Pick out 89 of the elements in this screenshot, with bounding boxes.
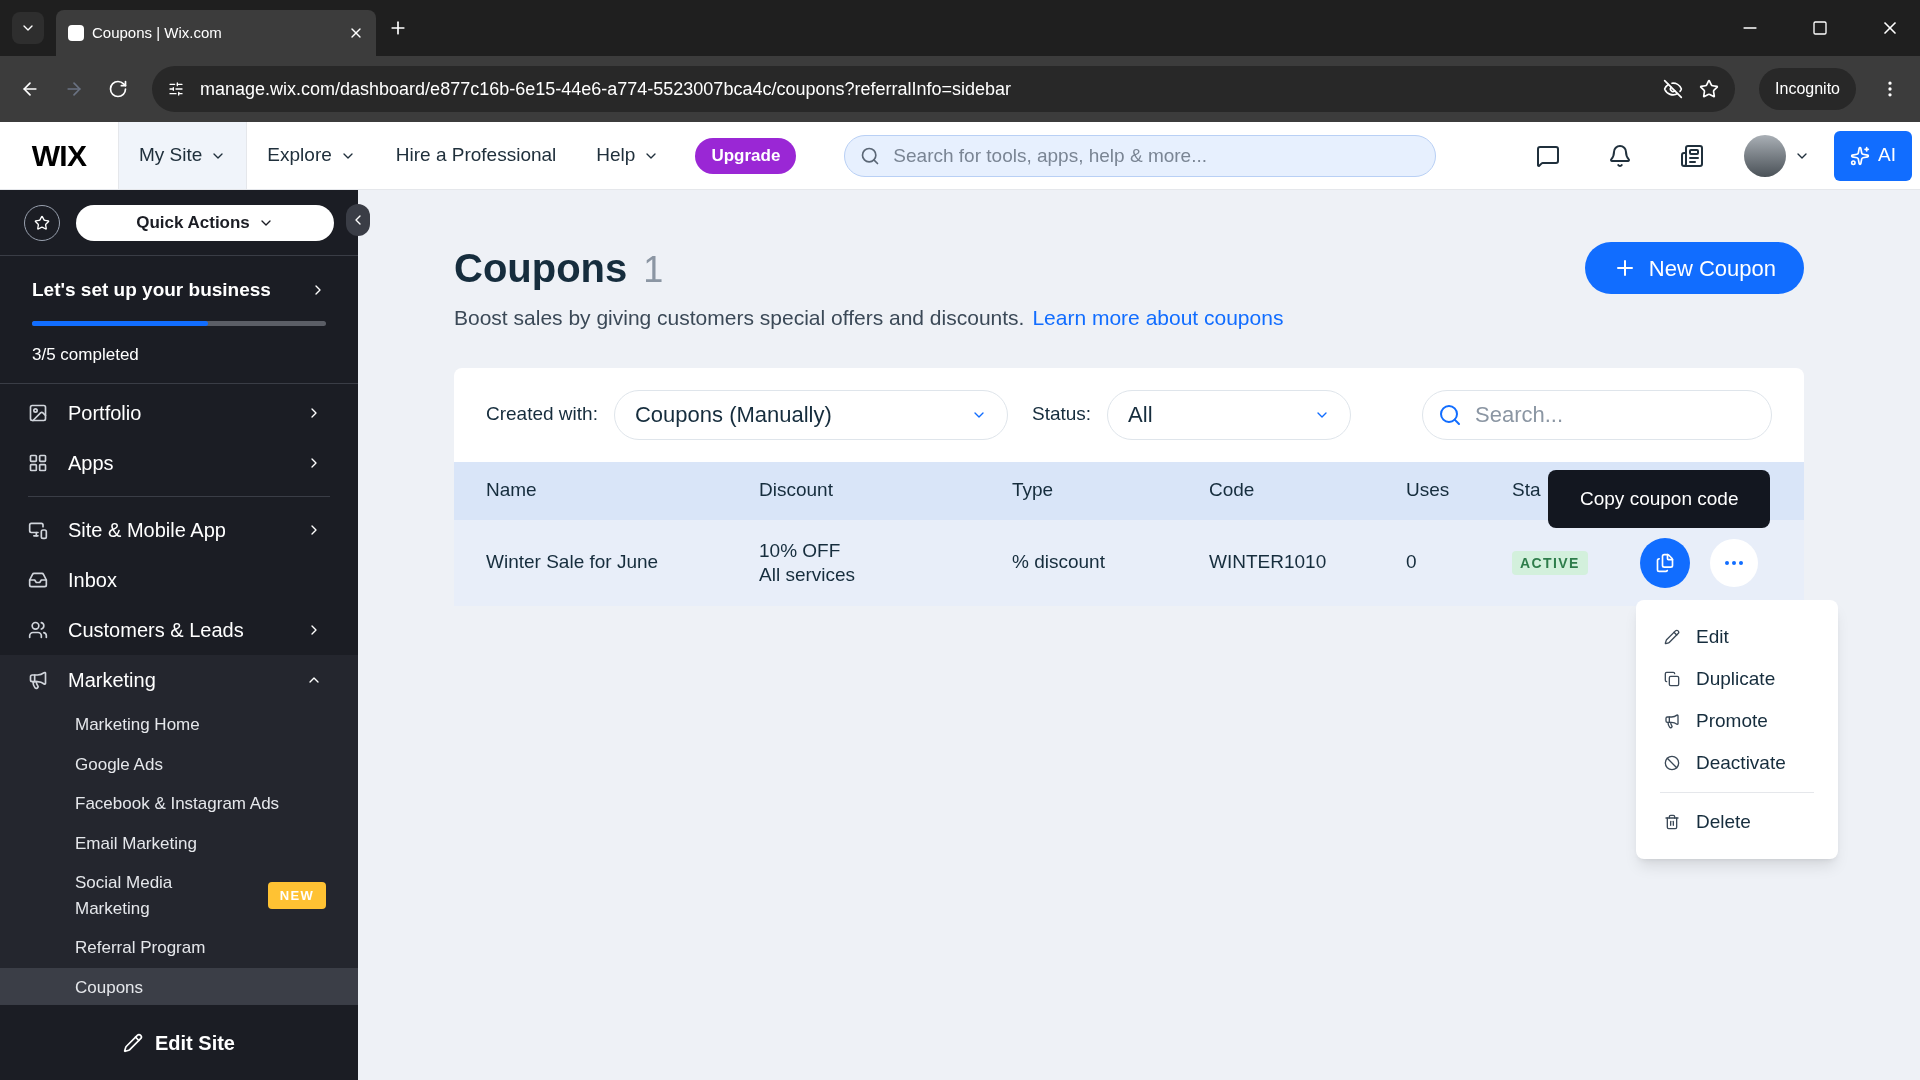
filter-label: Status:	[1031, 402, 1092, 427]
learn-more-link[interactable]: Learn more about coupons	[1032, 302, 1284, 334]
page-title: Coupons	[454, 245, 628, 292]
new-coupon-button[interactable]: New Coupon	[1584, 242, 1804, 294]
column-header: Uses	[1406, 479, 1450, 501]
tooltip: Copy coupon code	[1548, 470, 1771, 528]
incognito-button[interactable]: Incognito	[1759, 68, 1856, 110]
news-icon[interactable]	[1680, 143, 1705, 168]
table-cell: 0	[1406, 551, 1417, 573]
table-cell: % discount	[1012, 551, 1105, 573]
notification-icon[interactable]	[1608, 143, 1633, 168]
coupon-count: 1	[643, 248, 664, 292]
collapse-button[interactable]	[346, 204, 370, 236]
column-header: Code	[1209, 479, 1255, 501]
status-dropdown[interactable]: All	[1107, 389, 1352, 440]
devices-icon	[28, 520, 48, 540]
picture-frame-icon	[28, 403, 48, 423]
url-text: manage.wix.com/dashboard/e877c16b-6e15-44e6-a774-5523007bca4c/coupons?referralInfo=sidebar	[200, 77, 1013, 101]
sidebar-item[interactable]: Apps	[0, 438, 358, 488]
search-field[interactable]: Search for tools, apps, help & more...	[844, 134, 1437, 177]
copy-icon	[1664, 671, 1680, 687]
browser-tab[interactable]: Coupons | Wix.com	[56, 10, 376, 56]
ai-button[interactable]: AI	[1834, 130, 1912, 181]
more-icon	[1725, 560, 1743, 565]
menu-item[interactable]: Duplicate	[1636, 658, 1838, 700]
pencil-icon	[1664, 629, 1680, 645]
sidebar-subitem[interactable]: Marketing Home	[0, 705, 358, 745]
chat-icon[interactable]	[1536, 143, 1561, 168]
copy-button[interactable]	[1640, 537, 1690, 588]
menu-item[interactable]: Delete	[1636, 801, 1838, 843]
table-cell: Winter Sale for June	[486, 551, 659, 573]
nav-menu-item[interactable]: My Site	[118, 122, 248, 189]
search-icon	[1438, 402, 1462, 427]
sidebar-subitem[interactable]: Google Ads	[0, 744, 358, 784]
page-subtitle: Boost sales by giving customers special offers and discounts.	[454, 305, 1025, 331]
setup-link[interactable]: Let's set up your business	[32, 276, 326, 305]
sidebar-subitem[interactable]: Referral Program	[0, 928, 358, 968]
restore-icon[interactable]	[1812, 20, 1828, 36]
sparkle-icon	[1850, 145, 1871, 166]
ban-icon	[1664, 755, 1680, 771]
pencil-icon	[123, 1032, 143, 1053]
menu-item[interactable]: Promote	[1636, 700, 1838, 742]
people-icon	[28, 620, 48, 640]
logo[interactable]: WIX	[0, 133, 118, 178]
sidebar-item[interactable]: Customers & Leads	[0, 605, 358, 655]
filter-label: Created with:	[486, 402, 598, 427]
search-icon	[860, 145, 881, 166]
sidebar-item[interactable]: Site & Mobile App	[0, 505, 358, 555]
megaphone-icon	[1664, 713, 1680, 729]
megaphone-icon	[28, 670, 48, 690]
nav-menu-item[interactable]: Help	[576, 122, 680, 189]
table-cell-text: 10% OFF	[759, 538, 842, 563]
progress-text: 3/5 completed	[32, 343, 140, 366]
favicon-icon	[68, 25, 84, 41]
sidebar-subitem[interactable]: Coupons	[0, 967, 358, 1004]
search-field[interactable]: Search...	[1422, 389, 1772, 440]
menu-item[interactable]: Edit	[1636, 616, 1838, 658]
site-settings-icon[interactable]	[168, 81, 184, 97]
table-cell-text: All services	[759, 562, 857, 587]
reload-icon[interactable]	[108, 79, 128, 99]
nav-menu-item[interactable]: Explore	[247, 122, 376, 189]
quick-actions-button[interactable]: Quick Actions	[76, 204, 334, 241]
upgrade-button[interactable]: Upgrade	[695, 137, 797, 174]
sidebar-subitem[interactable]: Social Media Marketing NEW	[0, 863, 358, 928]
address-bar[interactable]: manage.wix.com/dashboard/e877c16b-6e15-44e6-a774-5523007bca4c/coupons?referralInfo=sidebar	[152, 66, 1736, 112]
grid-icon	[28, 453, 48, 473]
column-header: Discount	[759, 479, 833, 501]
column-header: Name	[486, 479, 537, 501]
edit-site-button[interactable]: Edit Site	[123, 1027, 235, 1058]
sidebar-subitem[interactable]: Facebook & Instagram Ads	[0, 784, 358, 824]
star-icon	[34, 214, 50, 231]
sidebar-item[interactable]: Portfolio	[0, 388, 358, 438]
column-header: Sta	[1512, 479, 1541, 501]
sidebar-subitem[interactable]: Email Marketing	[0, 823, 358, 863]
inbox-icon	[28, 570, 48, 590]
sidebar-item[interactable]: Inbox	[0, 555, 358, 605]
new-badge: NEW	[267, 881, 326, 910]
eye-off-icon[interactable]	[1663, 79, 1684, 99]
column-header: Type	[1012, 479, 1054, 501]
nav-menu-item[interactable]: Hire a Professional	[375, 122, 577, 189]
menu-item[interactable]: Deactivate	[1636, 742, 1838, 784]
copy-icon	[1655, 552, 1675, 573]
bookmark-icon[interactable]	[1699, 79, 1720, 99]
avatar[interactable]	[1744, 134, 1787, 177]
table-cell: WINTER1010	[1209, 551, 1327, 573]
tab-list-button[interactable]	[12, 12, 44, 44]
trash-icon	[1664, 814, 1680, 830]
tab-title: Coupons | Wix.com	[92, 22, 223, 43]
status-badge: ACTIVE	[1512, 551, 1588, 576]
